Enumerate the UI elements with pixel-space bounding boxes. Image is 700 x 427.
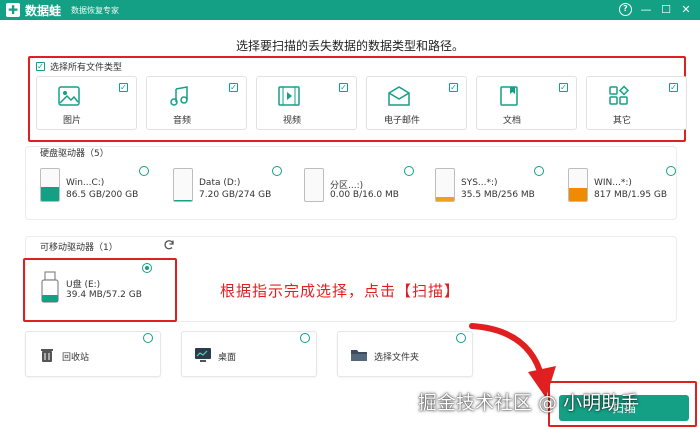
drive-size: 817 MB/1.95 GB	[594, 190, 668, 200]
audio-icon	[170, 86, 188, 106]
type-card-audio[interactable]: ✓ 音频	[146, 76, 247, 130]
type-card-email[interactable]: ✓ 电子邮件	[366, 76, 467, 130]
folder-icon	[351, 350, 367, 361]
location-radio[interactable]	[456, 333, 466, 343]
minimize-icon[interactable]: —	[636, 0, 656, 20]
watermark: 掘金技术社区 @ 小明助手	[418, 392, 640, 414]
select-all-label: 选择所有文件类型	[50, 63, 123, 73]
drive-name: Win...C:)	[66, 178, 105, 188]
drive-size: 0.00 B/16.0 MB	[330, 190, 399, 200]
type-label: 音频	[172, 116, 191, 126]
app-name: 数据蛙	[25, 3, 62, 18]
maximize-icon[interactable]: ☐	[656, 0, 676, 20]
type-card-video[interactable]: ✓ 视频	[256, 76, 357, 130]
drive-radio[interactable]	[139, 166, 149, 176]
close-icon[interactable]: ✕	[676, 0, 696, 20]
drive-size: 7.20 GB/274 GB	[199, 190, 272, 200]
type-label: 文档	[502, 116, 521, 126]
location-recycle-bin[interactable]: 回收站	[25, 331, 161, 377]
type-checkbox[interactable]: ✓	[449, 83, 458, 92]
drive-usage-fill	[569, 187, 587, 201]
drive-icon	[40, 168, 60, 202]
other-icon	[609, 85, 630, 105]
drive-size: 35.5 MB/256 MB	[461, 190, 535, 200]
document-icon	[500, 86, 518, 106]
type-checkbox[interactable]: ✓	[669, 83, 678, 92]
drive-name: Data (D:)	[199, 178, 241, 188]
location-label: 回收站	[62, 353, 90, 363]
video-icon	[278, 86, 300, 106]
drive-icon	[173, 168, 193, 202]
drive-radio[interactable]	[534, 166, 544, 176]
drive-name: U盘 (E:)	[66, 280, 101, 290]
type-label: 图片	[62, 116, 81, 126]
help-icon: ?	[619, 3, 632, 16]
location-desktop[interactable]: 桌面	[181, 331, 317, 377]
recycle-bin-icon	[41, 349, 53, 362]
select-all-checkbox[interactable]: ✓	[36, 62, 45, 71]
drive-size: 86.5 GB/200 GB	[66, 190, 139, 200]
usb-drive-item[interactable]: U盘 (E:) 39.4 MB/57.2 GB	[40, 271, 160, 315]
location-select-folder[interactable]: 选择文件夹	[337, 331, 473, 377]
type-label: 电子邮件	[383, 116, 420, 126]
drive-radio[interactable]	[404, 166, 414, 176]
drive-size: 39.4 MB/57.2 GB	[66, 290, 142, 300]
drive-name: WIN...*:)	[594, 178, 632, 188]
drive-icon	[435, 168, 455, 202]
hard-drive-title: 硬盘驱动器（5）	[40, 149, 109, 159]
type-checkbox[interactable]: ✓	[339, 83, 348, 92]
window-controls: ? — ☐ ✕	[616, 0, 696, 20]
removable-title: 可移动驱动器（1）	[40, 243, 118, 253]
desktop-icon	[195, 348, 211, 362]
location-radio[interactable]	[143, 333, 153, 343]
drive-name: SYS...*:)	[461, 178, 498, 188]
drive-radio[interactable]	[666, 166, 676, 176]
help-button[interactable]: ?	[616, 0, 636, 20]
drive-usage-fill	[436, 196, 454, 201]
usb-drive-radio[interactable]	[142, 263, 152, 273]
email-icon	[388, 86, 410, 106]
type-card-document[interactable]: ✓ 文档	[476, 76, 577, 130]
type-label: 视频	[282, 116, 301, 126]
type-checkbox[interactable]: ✓	[119, 83, 128, 92]
type-card-image[interactable]: ✓ 图片	[36, 76, 137, 130]
image-icon	[58, 86, 80, 106]
title-bar: ✚ 数据蛙 数据恢复专家 ? — ☐ ✕	[0, 0, 700, 20]
type-checkbox[interactable]: ✓	[229, 83, 238, 92]
drive-icon	[304, 168, 324, 202]
drive-usage-fill	[41, 187, 59, 201]
drive-icon	[568, 168, 588, 202]
location-radio[interactable]	[300, 333, 310, 343]
location-label: 桌面	[218, 353, 237, 363]
drive-usage-fill	[174, 200, 192, 201]
app-logo-icon: ✚	[6, 3, 20, 17]
app-subtitle: 数据恢复专家	[71, 5, 120, 15]
type-label: 其它	[612, 116, 631, 126]
drive-radio[interactable]	[272, 166, 282, 176]
page-heading: 选择要扫描的丢失数据的数据类型和路径。	[235, 39, 464, 53]
type-card-other[interactable]: ✓ 其它	[586, 76, 687, 130]
usb-drive-icon	[41, 271, 59, 303]
location-label: 选择文件夹	[374, 353, 420, 363]
instruction-text: 根据指示完成选择，点击【扫描】	[220, 282, 461, 300]
file-type-list: ✓ 图片 ✓ 音频 ✓ 视频 ✓ 电子邮件 ✓ 文档 ✓ 其它	[36, 76, 687, 130]
type-checkbox[interactable]: ✓	[559, 83, 568, 92]
refresh-icon[interactable]	[163, 239, 175, 251]
select-all-types[interactable]: ✓ 选择所有文件类型	[36, 60, 122, 73]
